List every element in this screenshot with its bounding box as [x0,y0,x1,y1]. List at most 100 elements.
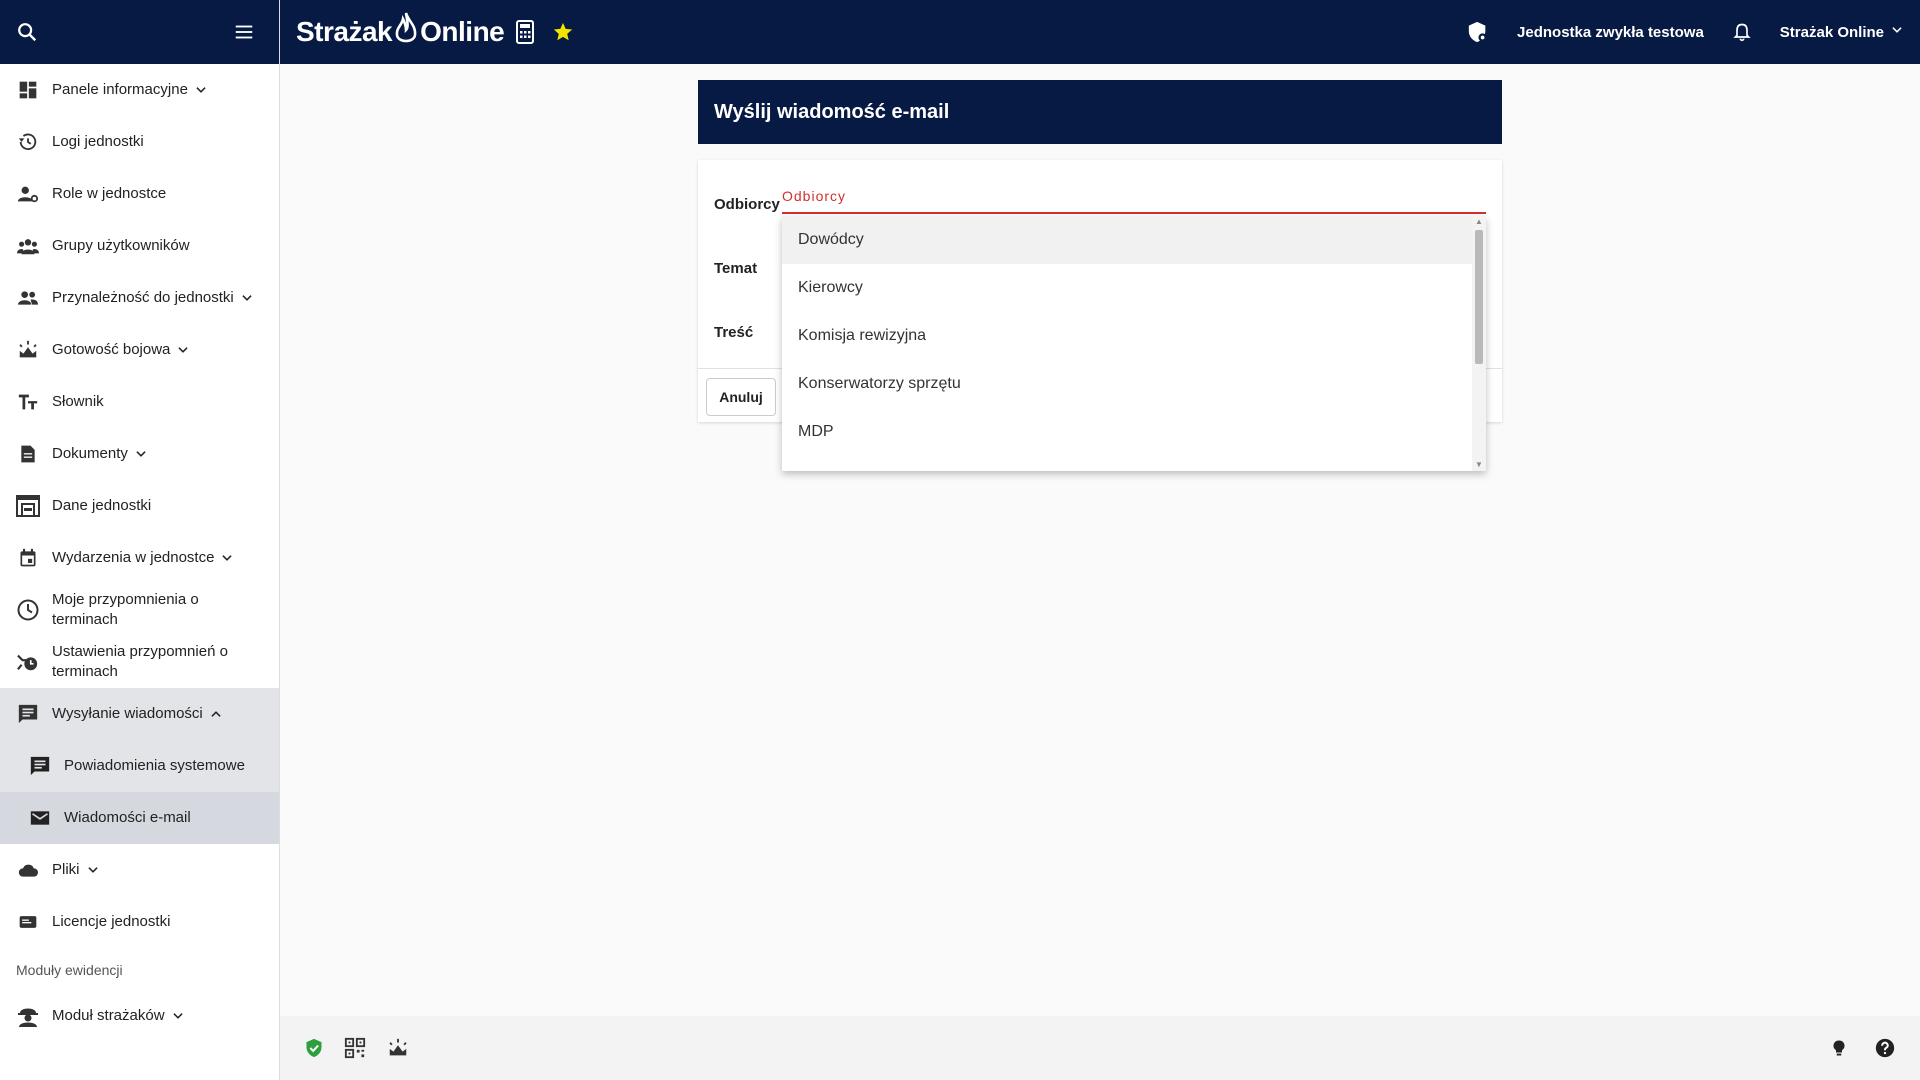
sidebar-item-grupy-uzytkownikow[interactable]: Grupy użytkowników [0,220,279,272]
sidebar-item-wydarzenia[interactable]: Wydarzenia w jednostce [0,532,279,584]
recipients-dropdown: Dowódcy Kierowcy Komisja rewizyjna Konse… [782,216,1486,471]
sidebar-item-powiadomienia-systemowe[interactable]: Powiadomienia systemowe [0,740,279,792]
chat-icon [28,754,52,778]
sidebar-item-label: Wiadomości e-mail [64,809,191,826]
chevron-up-icon [209,707,223,721]
sidebar-item-dokumenty[interactable]: Dokumenty [0,428,279,480]
sidebar-item-ustawienia-przypomnien[interactable]: Ustawienia przypomnień o terminach [0,636,279,688]
sidebar-item-label: Dane jednostki [52,497,152,514]
brand-logo[interactable]: Strażak Online [296,11,505,54]
calculator-icon[interactable] [516,20,535,44]
sidebar-item-label: Wydarzenia w jednostce [52,549,215,566]
brand-text-part2: Online [420,16,505,47]
lightbulb-icon[interactable] [1830,1037,1848,1059]
dashboard-icon [16,78,40,102]
document-icon [16,442,40,466]
security-settings-icon[interactable] [1467,21,1489,43]
chevron-down-icon [171,1009,185,1023]
sidebar-header [0,0,279,64]
sidebar-item-panele-informacyjne[interactable]: Panele informacyjne [0,64,279,116]
scrollbar-thumb[interactable] [1475,230,1483,364]
sidebar-item-label: Grupy użytkowników [52,237,190,254]
chevron-down-icon [134,447,148,461]
dropdown-scrollbar[interactable]: ▲ ▼ [1472,216,1486,471]
sidebar-item-label: Gotowość bojowa [52,341,171,358]
chevron-down-icon [240,291,254,305]
bottom-bar-right [1830,1037,1896,1059]
sidebar-item-logi-jednostki[interactable]: Logi jednostki [0,116,279,168]
dropdown-option[interactable]: Dowódcy [782,216,1486,264]
account-menu[interactable]: Strażak Online [1780,23,1904,41]
sidebar-item-label: Pliki [52,861,80,878]
sidebar-item-wiadomosci-email[interactable]: Wiadomości e-mail [0,792,279,844]
text-size-icon [16,390,40,414]
sidebar-item-moje-przypomnienia[interactable]: Moje przypomnienia o terminach [0,584,279,636]
sidebar-item-przynaleznosc[interactable]: Przynależność do jednostki [0,272,279,324]
dropdown-option[interactable]: MDP [782,408,1486,456]
sidebar-item-label: Logi jednostki [52,133,144,150]
license-icon [16,910,40,934]
people-icon [16,286,40,310]
sidebar-item-gotowosc-bojowa[interactable]: Gotowość bojowa [0,324,279,376]
subject-label: Temat [714,260,758,277]
account-label: Strażak Online [1779,23,1884,41]
search-icon[interactable] [16,21,38,43]
clock-icon [16,598,40,622]
cloud-icon [16,858,40,882]
sidebar-item-pliki[interactable]: Pliki [0,844,279,896]
sidebar-item-label: Powiadomienia systemowe [64,757,245,774]
brand-text-part1: Strażak [296,16,393,47]
content-label: Treść [714,324,754,341]
user-roles-icon [16,182,40,206]
dropdown-option[interactable]: Konserwatorzy sprzętu [782,360,1486,408]
sidebar-item-label: Dokumenty [52,445,128,462]
recipients-select[interactable]: Odbiorcy [782,188,1486,214]
firefighter-icon [16,1004,40,1028]
qr-code-icon[interactable] [344,1037,366,1059]
firestation-icon [16,494,40,518]
recipients-placeholder: Odbiorcy [782,188,847,204]
chat-icon [16,702,40,726]
sidebar-group-wysylanie: Wysyłanie wiadomości Powiadomienia syste… [0,688,279,844]
flame-icon [394,11,418,54]
sidebar: Panele informacyjne Logi jednostki Role … [0,0,280,1080]
sidebar-item-slownik[interactable]: Słownik [0,376,279,428]
siren-icon[interactable] [386,1037,410,1059]
unit-name-label[interactable]: Jednostka zwykła testowa [1517,24,1704,41]
help-icon[interactable] [1874,1037,1896,1059]
scroll-up-icon[interactable]: ▲ [1475,218,1483,226]
scroll-down-icon[interactable]: ▼ [1475,461,1483,469]
sidebar-section-label: Moduły ewidencji [16,962,123,978]
recipients-label: Odbiorcy [714,196,780,213]
sidebar-item-label: Słownik [52,393,104,410]
menu-icon[interactable] [233,21,255,43]
sidebar-item-dane-jednostki[interactable]: Dane jednostki [0,480,279,532]
history-icon [16,130,40,154]
sidebar-item-role-w-jednostce[interactable]: Role w jednostce [0,168,279,220]
bell-icon[interactable] [1732,21,1752,43]
top-bar-actions: Jednostka zwykła testowa Strażak Online [1467,21,1904,43]
dropdown-option[interactable]: Komisja rewizyjna [782,312,1486,360]
top-bar: Strażak Online Jednostka zwykła testowa … [280,0,1920,64]
sidebar-item-licencje[interactable]: Licencje jednostki [0,896,279,948]
mail-icon [28,806,52,830]
chevron-down-icon [220,551,234,565]
sidebar-nav: Panele informacyjne Logi jednostki Role … [0,64,279,1042]
alarm-settings-icon [16,650,40,674]
sidebar-item-wysylanie-wiadomosci[interactable]: Wysyłanie wiadomości [0,688,279,740]
chevron-down-icon [86,863,100,877]
sidebar-item-label: Licencje jednostki [52,913,171,930]
cancel-button[interactable]: Anuluj [706,378,776,416]
sidebar-item-label: Ustawienia przypomnień o terminach [52,643,228,680]
star-icon[interactable] [552,21,574,43]
shield-check-icon[interactable] [304,1037,324,1059]
sidebar-item-modul-strazakow[interactable]: Moduł strażaków [0,990,279,1042]
sidebar-item-label: Wysyłanie wiadomości [52,705,203,722]
sidebar-item-label: Moje przypomnienia o terminach [52,591,199,628]
chevron-down-icon [1890,23,1904,41]
calendar-icon [16,546,40,570]
groups-icon [16,234,40,258]
chevron-down-icon [194,83,208,97]
dropdown-option[interactable]: Kierowcy [782,264,1486,312]
bottom-bar [280,1016,1920,1080]
